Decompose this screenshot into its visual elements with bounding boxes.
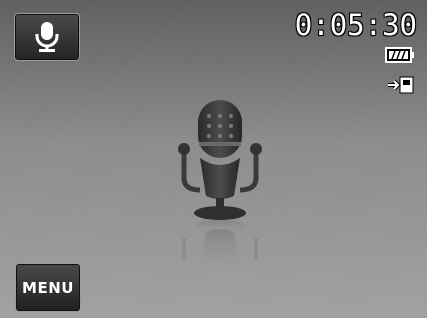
- internal-memory-icon: [388, 76, 414, 94]
- recording-time: 0:05:30: [294, 8, 417, 42]
- menu-button[interactable]: MENU: [15, 263, 81, 312]
- voice-record-mode-button[interactable]: [14, 13, 80, 61]
- microphone-icon: [178, 100, 262, 273]
- battery-full-icon: [385, 47, 414, 63]
- microphone-icon: [35, 22, 59, 52]
